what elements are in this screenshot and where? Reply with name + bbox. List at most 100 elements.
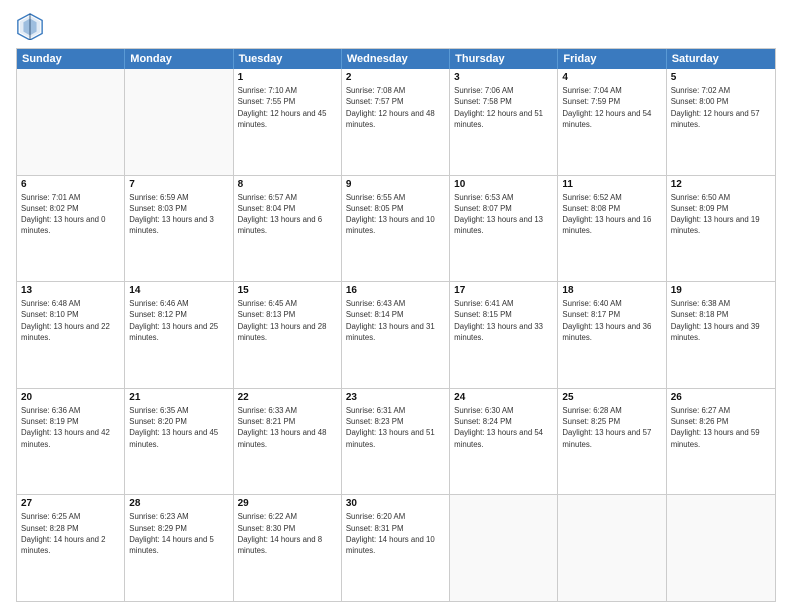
day-cell-10: 10 Sunrise: 6:53 AMSunset: 8:07 PMDayligh… — [450, 176, 558, 282]
day-cell-20: 20 Sunrise: 6:36 AMSunset: 8:19 PMDayligh… — [17, 389, 125, 495]
day-info: Sunrise: 6:57 AMSunset: 8:04 PMDaylight:… — [238, 192, 337, 237]
day-cell-15: 15 Sunrise: 6:45 AMSunset: 8:13 PMDayligh… — [234, 282, 342, 388]
day-info: Sunrise: 6:45 AMSunset: 8:13 PMDaylight:… — [238, 298, 337, 343]
day-number: 27 — [21, 498, 120, 509]
day-number: 3 — [454, 72, 553, 83]
day-number: 13 — [21, 285, 120, 296]
day-number: 9 — [346, 179, 445, 190]
day-info: Sunrise: 6:52 AMSunset: 8:08 PMDaylight:… — [562, 192, 661, 237]
day-cell-17: 17 Sunrise: 6:41 AMSunset: 8:15 PMDayligh… — [450, 282, 558, 388]
empty-cell — [667, 495, 775, 601]
week-row-1: 1Sunrise: 7:10 AMSunset: 7:55 PMDaylight… — [17, 69, 775, 176]
day-number: 2 — [346, 72, 445, 83]
day-number: 20 — [21, 392, 120, 403]
day-number: 29 — [238, 498, 337, 509]
calendar-body: 1Sunrise: 7:10 AMSunset: 7:55 PMDaylight… — [17, 69, 775, 601]
day-number: 7 — [129, 179, 228, 190]
week-row-5: 27 Sunrise: 6:25 AMSunset: 8:28 PMDayligh… — [17, 495, 775, 601]
empty-cell — [558, 495, 666, 601]
day-number: 6 — [21, 179, 120, 190]
day-info: Sunrise: 6:55 AMSunset: 8:05 PMDaylight:… — [346, 192, 445, 237]
header-day-wednesday: Wednesday — [342, 49, 450, 69]
logo-icon — [16, 12, 44, 40]
header — [16, 12, 776, 40]
day-info: Sunrise: 6:31 AMSunset: 8:23 PMDaylight:… — [346, 405, 445, 450]
day-cell-29: 29 Sunrise: 6:22 AMSunset: 8:30 PMDayligh… — [234, 495, 342, 601]
day-number: 25 — [562, 392, 661, 403]
header-day-thursday: Thursday — [450, 49, 558, 69]
day-info: Sunrise: 6:50 AMSunset: 8:09 PMDaylight:… — [671, 192, 771, 237]
week-row-4: 20 Sunrise: 6:36 AMSunset: 8:19 PMDayligh… — [17, 389, 775, 496]
day-number: 24 — [454, 392, 553, 403]
day-number: 21 — [129, 392, 228, 403]
day-info: Sunrise: 7:08 AMSunset: 7:57 PMDaylight:… — [346, 85, 445, 130]
day-info: Sunrise: 6:59 AMSunset: 8:03 PMDaylight:… — [129, 192, 228, 237]
day-info: Sunrise: 6:40 AMSunset: 8:17 PMDaylight:… — [562, 298, 661, 343]
day-cell-9: 9 Sunrise: 6:55 AMSunset: 8:05 PMDaylight… — [342, 176, 450, 282]
empty-cell — [125, 69, 233, 175]
day-info: Sunrise: 6:36 AMSunset: 8:19 PMDaylight:… — [21, 405, 120, 450]
day-cell-12: 12 Sunrise: 6:50 AMSunset: 8:09 PMDayligh… — [667, 176, 775, 282]
day-cell-11: 11 Sunrise: 6:52 AMSunset: 8:08 PMDayligh… — [558, 176, 666, 282]
day-cell-26: 26 Sunrise: 6:27 AMSunset: 8:26 PMDayligh… — [667, 389, 775, 495]
page: SundayMondayTuesdayWednesdayThursdayFrid… — [0, 0, 792, 612]
day-number: 18 — [562, 285, 661, 296]
day-info: Sunrise: 6:53 AMSunset: 8:07 PMDaylight:… — [454, 192, 553, 237]
day-info: Sunrise: 7:02 AMSunset: 8:00 PMDaylight:… — [671, 85, 771, 130]
day-number: 17 — [454, 285, 553, 296]
day-info: Sunrise: 7:04 AMSunset: 7:59 PMDaylight:… — [562, 85, 661, 130]
day-number: 15 — [238, 285, 337, 296]
day-cell-27: 27 Sunrise: 6:25 AMSunset: 8:28 PMDayligh… — [17, 495, 125, 601]
header-day-tuesday: Tuesday — [234, 49, 342, 69]
calendar-header: SundayMondayTuesdayWednesdayThursdayFrid… — [17, 49, 775, 69]
day-cell-18: 18 Sunrise: 6:40 AMSunset: 8:17 PMDayligh… — [558, 282, 666, 388]
header-day-monday: Monday — [125, 49, 233, 69]
week-row-2: 6 Sunrise: 7:01 AMSunset: 8:02 PMDaylight… — [17, 176, 775, 283]
day-number: 26 — [671, 392, 771, 403]
day-number: 10 — [454, 179, 553, 190]
day-info: Sunrise: 6:23 AMSunset: 8:29 PMDaylight:… — [129, 511, 228, 556]
day-cell-8: 8Sunrise: 6:57 AMSunset: 8:04 PMDaylight… — [234, 176, 342, 282]
day-info: Sunrise: 6:35 AMSunset: 8:20 PMDaylight:… — [129, 405, 228, 450]
day-number: 11 — [562, 179, 661, 190]
day-info: Sunrise: 6:38 AMSunset: 8:18 PMDaylight:… — [671, 298, 771, 343]
header-day-saturday: Saturday — [667, 49, 775, 69]
day-info: Sunrise: 6:27 AMSunset: 8:26 PMDaylight:… — [671, 405, 771, 450]
day-info: Sunrise: 6:22 AMSunset: 8:30 PMDaylight:… — [238, 511, 337, 556]
day-cell-30: 30Sunrise: 6:20 AMSunset: 8:31 PMDayligh… — [342, 495, 450, 601]
day-info: Sunrise: 6:48 AMSunset: 8:10 PMDaylight:… — [21, 298, 120, 343]
empty-cell — [450, 495, 558, 601]
day-cell-21: 21 Sunrise: 6:35 AMSunset: 8:20 PMDayligh… — [125, 389, 233, 495]
day-cell-25: 25Sunrise: 6:28 AMSunset: 8:25 PMDayligh… — [558, 389, 666, 495]
day-number: 22 — [238, 392, 337, 403]
day-number: 19 — [671, 285, 771, 296]
day-info: Sunrise: 6:43 AMSunset: 8:14 PMDaylight:… — [346, 298, 445, 343]
day-cell-3: 3 Sunrise: 7:06 AMSunset: 7:58 PMDaylight… — [450, 69, 558, 175]
day-number: 14 — [129, 285, 228, 296]
day-number: 12 — [671, 179, 771, 190]
day-info: Sunrise: 6:41 AMSunset: 8:15 PMDaylight:… — [454, 298, 553, 343]
day-number: 5 — [671, 72, 771, 83]
header-day-friday: Friday — [558, 49, 666, 69]
day-number: 4 — [562, 72, 661, 83]
day-number: 30 — [346, 498, 445, 509]
day-cell-19: 19 Sunrise: 6:38 AMSunset: 8:18 PMDayligh… — [667, 282, 775, 388]
day-cell-13: 13 Sunrise: 6:48 AMSunset: 8:10 PMDayligh… — [17, 282, 125, 388]
day-cell-1: 1Sunrise: 7:10 AMSunset: 7:55 PMDaylight… — [234, 69, 342, 175]
day-cell-24: 24Sunrise: 6:30 AMSunset: 8:24 PMDayligh… — [450, 389, 558, 495]
day-number: 1 — [238, 72, 337, 83]
day-cell-4: 4 Sunrise: 7:04 AMSunset: 7:59 PMDaylight… — [558, 69, 666, 175]
day-cell-7: 7 Sunrise: 6:59 AMSunset: 8:03 PMDaylight… — [125, 176, 233, 282]
day-cell-23: 23Sunrise: 6:31 AMSunset: 8:23 PMDayligh… — [342, 389, 450, 495]
day-cell-14: 14Sunrise: 6:46 AMSunset: 8:12 PMDayligh… — [125, 282, 233, 388]
day-info: Sunrise: 7:01 AMSunset: 8:02 PMDaylight:… — [21, 192, 120, 237]
day-cell-6: 6 Sunrise: 7:01 AMSunset: 8:02 PMDaylight… — [17, 176, 125, 282]
calendar: SundayMondayTuesdayWednesdayThursdayFrid… — [16, 48, 776, 602]
day-info: Sunrise: 7:06 AMSunset: 7:58 PMDaylight:… — [454, 85, 553, 130]
day-info: Sunrise: 6:25 AMSunset: 8:28 PMDaylight:… — [21, 511, 120, 556]
header-day-sunday: Sunday — [17, 49, 125, 69]
day-cell-28: 28 Sunrise: 6:23 AMSunset: 8:29 PMDayligh… — [125, 495, 233, 601]
day-cell-5: 5 Sunrise: 7:02 AMSunset: 8:00 PMDaylight… — [667, 69, 775, 175]
empty-cell — [17, 69, 125, 175]
day-number: 28 — [129, 498, 228, 509]
